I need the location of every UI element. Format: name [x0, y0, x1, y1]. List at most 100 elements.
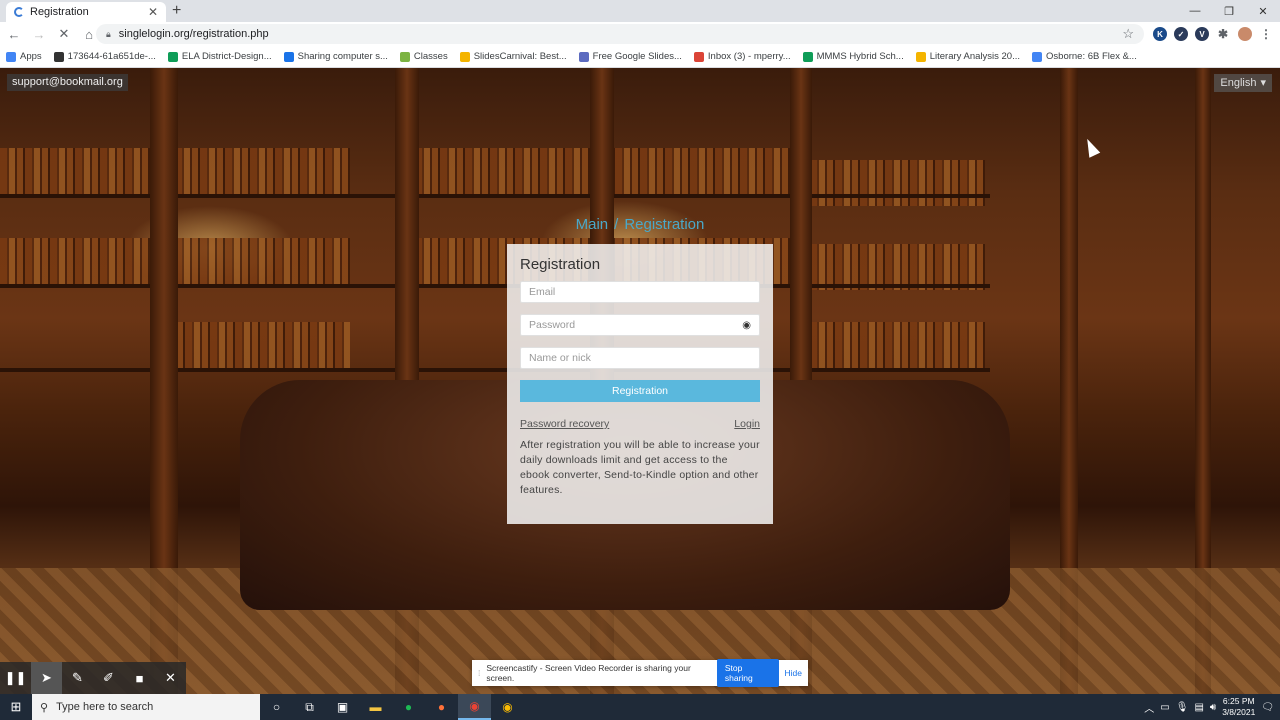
bookmark-label: Literary Analysis 20...: [929, 51, 1021, 62]
stop-loading-icon[interactable]: ✕: [53, 23, 75, 45]
close-tab-icon[interactable]: ✕: [148, 5, 158, 19]
bookmark-item[interactable]: Literary Analysis 20...: [915, 51, 1021, 62]
bookmark-favicon: [915, 51, 926, 62]
language-label: English: [1220, 77, 1257, 89]
volume-icon[interactable]: 🔊︎: [1210, 702, 1216, 713]
show-password-eye-icon[interactable]: ◉: [742, 320, 751, 331]
restore-button[interactable]: ❐: [1212, 0, 1246, 22]
tab-bar: Registration ✕ + — ❐ ✕: [0, 0, 1280, 22]
chrome-profile-icon[interactable]: ◉: [458, 694, 491, 720]
pointer-tool-icon[interactable]: ➤: [31, 662, 62, 694]
bookmark-favicon: [578, 51, 589, 62]
bookmark-item[interactable]: MMMS Hybrid Sch...: [802, 51, 904, 62]
login-link[interactable]: Login: [734, 418, 760, 430]
forward-icon[interactable]: →: [28, 23, 50, 45]
sharing-message: Screencastify - Screen Video Recorder is…: [486, 663, 691, 683]
breadcrumb-main-link[interactable]: Main: [576, 216, 609, 233]
language-select[interactable]: English ▾: [1214, 74, 1272, 92]
camera-icon[interactable]: ■: [124, 662, 155, 694]
bookmark-favicon: [693, 51, 704, 62]
highlighter-tool-icon[interactable]: ✐: [93, 662, 124, 694]
registration-note: After registration you will be able to i…: [520, 439, 760, 496]
close-window-button[interactable]: ✕: [1246, 0, 1280, 22]
caret-down-icon: ▾: [1260, 77, 1266, 89]
registration-button[interactable]: Registration: [520, 380, 760, 402]
tray-chevron-icon[interactable]: ︿: [1144, 700, 1154, 715]
bookshelf-books: [810, 160, 985, 206]
email-field[interactable]: [520, 281, 760, 303]
taskbar-search[interactable]: ⚲ Type here to search: [32, 694, 260, 720]
hide-button[interactable]: Hide: [785, 668, 802, 678]
notifications-icon[interactable]: 🗨︎: [1261, 702, 1274, 713]
network-icon[interactable]: ▤: [1194, 702, 1203, 713]
bookmark-item[interactable]: Classes: [399, 51, 448, 62]
windows-taskbar: ⊞ ⚲ Type here to search ○ ⧉ ▣ ▬ ● ● ◉ ◉ …: [0, 694, 1280, 720]
password-input[interactable]: [529, 319, 743, 331]
extension-k-icon[interactable]: K: [1153, 27, 1167, 41]
bookmark-label: 173644-61a651de-...: [67, 51, 156, 62]
bookmark-label: Classes: [413, 51, 448, 62]
breadcrumb: Main / Registration: [0, 216, 1280, 233]
extensions-puzzle-icon[interactable]: ✱: [1216, 27, 1230, 41]
pen-tool-icon[interactable]: ✎: [62, 662, 93, 694]
clock[interactable]: 6:25 PM 3/8/2021: [1222, 696, 1255, 718]
system-tray: ︿ ▭ 🎙︎ ▤ 🔊︎ 6:25 PM 3/8/2021 🗨︎: [1144, 694, 1280, 720]
bookmark-favicon: [1032, 51, 1043, 62]
store-icon[interactable]: ▣: [326, 694, 359, 720]
minimize-button[interactable]: —: [1178, 0, 1212, 22]
task-view-icon[interactable]: ⧉: [293, 694, 326, 720]
name-input[interactable]: [529, 352, 751, 364]
bookmark-label: Free Google Slides...: [592, 51, 682, 62]
chrome-icon[interactable]: ◉: [491, 694, 524, 720]
support-email[interactable]: support@bookmail.org: [7, 74, 128, 91]
bookmark-star-icon[interactable]: ☆: [1122, 26, 1134, 42]
microphone-icon[interactable]: 🎙︎: [1176, 702, 1189, 713]
taskbar-search-placeholder: Type here to search: [56, 701, 154, 713]
url-text[interactable]: singlelogin.org/registration.php: [119, 28, 1115, 40]
drag-grip-icon[interactable]: ⁞: [478, 668, 480, 678]
bookmark-favicon: [399, 51, 410, 62]
cortana-icon[interactable]: ○: [260, 694, 293, 720]
password-field[interactable]: ◉: [520, 314, 760, 336]
clock-date: 3/8/2021: [1222, 707, 1256, 717]
name-field[interactable]: [520, 347, 760, 369]
email-input[interactable]: [529, 286, 751, 298]
bookmark-item[interactable]: Osborne: 6B Flex &...: [1032, 51, 1137, 62]
new-tab-button[interactable]: +: [172, 2, 181, 20]
bookmark-label: Inbox (3) - mperry...: [707, 51, 791, 62]
profile-avatar[interactable]: [1238, 27, 1252, 41]
bookmark-item[interactable]: Inbox (3) - mperry...: [693, 51, 791, 62]
bookmark-favicon: [283, 51, 294, 62]
extension-v-icon[interactable]: V: [1195, 27, 1209, 41]
registration-card: Registration ◉ Registration Password rec…: [507, 244, 773, 524]
address-bar[interactable]: 🔒︎ singlelogin.org/registration.php ☆: [96, 24, 1144, 44]
bookmark-item[interactable]: Sharing computer s...: [283, 51, 388, 62]
menu-kebab-icon[interactable]: ⋮: [1259, 27, 1273, 41]
pause-icon[interactable]: ❚❚: [0, 662, 31, 694]
close-controls-icon[interactable]: ✕: [155, 662, 186, 694]
browser-tab[interactable]: Registration ✕: [6, 2, 166, 22]
windows-start-icon[interactable]: ⊞: [0, 694, 32, 720]
page-viewport: support@bookmail.org English ▾ Main / Regi…: [0, 68, 1280, 694]
bookmark-item[interactable]: SlidesCarnival: Best...: [459, 51, 567, 62]
file-explorer-icon[interactable]: ▬: [359, 694, 392, 720]
password-recovery-link[interactable]: Password recovery: [520, 418, 609, 430]
apps-grid-icon: [6, 51, 16, 62]
bookmark-item[interactable]: Apps: [6, 51, 42, 62]
stop-sharing-button[interactable]: Stop sharing: [716, 659, 779, 687]
spotify-icon[interactable]: ●: [392, 694, 425, 720]
lock-icon[interactable]: 🔒︎: [106, 29, 111, 40]
bookmark-item[interactable]: ELA District-Design...: [167, 51, 272, 62]
firefox-icon[interactable]: ●: [425, 694, 458, 720]
bookmark-label: Sharing computer s...: [297, 51, 388, 62]
mouse-cursor: [1081, 136, 1101, 158]
form-links: Password recovery Login: [520, 418, 760, 430]
screencastify-sharing-bar: ⁞ Screencastify - Screen Video Recorder …: [472, 659, 808, 687]
bookmark-item[interactable]: 173644-61a651de-...: [53, 51, 156, 62]
shelf: [0, 284, 990, 288]
tray-device-icon[interactable]: ▭: [1160, 702, 1169, 713]
extension-shield-icon[interactable]: ✓: [1174, 27, 1188, 41]
form-title: Registration: [520, 256, 601, 273]
bookmark-item[interactable]: Free Google Slides...: [578, 51, 682, 62]
back-icon[interactable]: ←: [3, 23, 25, 45]
